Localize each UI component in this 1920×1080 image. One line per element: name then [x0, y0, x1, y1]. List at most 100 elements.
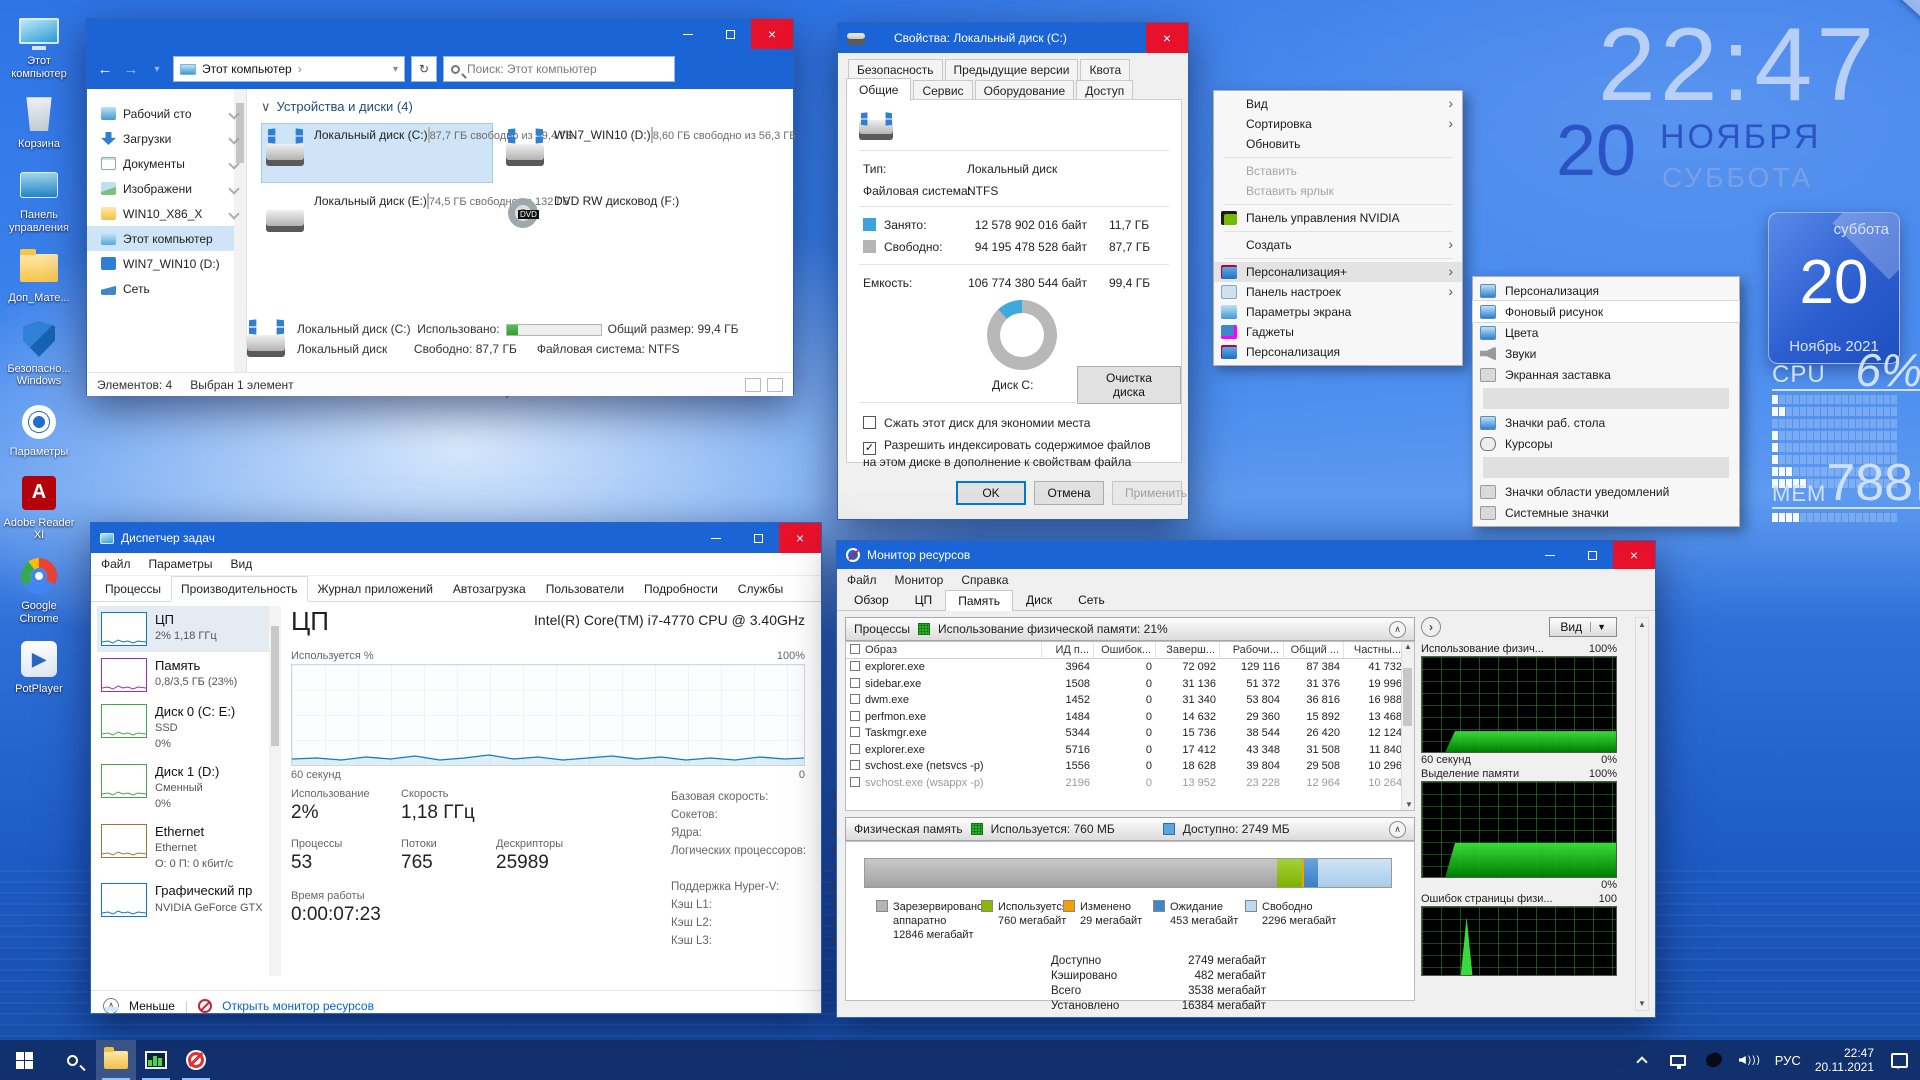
close-button[interactable]: ×	[1613, 541, 1655, 569]
physical-memory-section-header[interactable]: Физическая память Используется: 760 МБ Д…	[845, 817, 1415, 841]
tab-processes[interactable]: Процессы	[95, 576, 171, 601]
submenu-item[interactable]: Системные значки	[1473, 502, 1739, 523]
context-menu-item[interactable]: Создать	[1214, 235, 1462, 255]
tray-chevron-icon[interactable]	[1631, 1047, 1653, 1073]
context-menu-item[interactable]: Вид	[1214, 94, 1462, 114]
context-menu-item[interactable]: Вставить ярлык	[1214, 181, 1462, 201]
context-menu-item[interactable]: Панель настроек	[1214, 282, 1462, 302]
sidebar-item[interactable]: Рабочий сто	[87, 101, 246, 126]
compress-checkbox[interactable]	[863, 416, 876, 429]
performance-sidebar-item[interactable]: Память0,8/3,5 ГБ (23%)	[97, 652, 281, 698]
submenu-item[interactable]	[1483, 457, 1729, 478]
process-row[interactable]: explorer.exe 5716 0 17 412 43 348 31 508…	[846, 742, 1414, 759]
performance-sidebar-item[interactable]: ЦП2% 1,18 ГГц	[97, 606, 281, 652]
drive-d[interactable]: WIN7_WIN10 (D:)8,60 ГБ свободно из 56,3 …	[501, 123, 733, 183]
sidebar-item[interactable]: Этот компьютер	[87, 226, 246, 251]
desktop-icon-recycle-bin[interactable]: Корзина	[2, 91, 76, 153]
performance-sidebar-item[interactable]: EthernetEthernetО: 0 П: 0 кбит/с	[97, 818, 281, 878]
dialog-title-bar[interactable]: Свойства: Локальный диск (C:) ×	[838, 23, 1188, 53]
theme-icon[interactable]	[1703, 1047, 1725, 1073]
performance-sidebar-item[interactable]: Диск 0 (C: E:)SSD0%	[97, 698, 281, 758]
context-menu-item[interactable]: Персонализация+	[1214, 262, 1462, 282]
collapse-chevron-icon[interactable]: ∧	[1389, 821, 1406, 838]
tab-startup[interactable]: Автозагрузка	[443, 576, 536, 601]
minimize-button[interactable]	[667, 19, 709, 49]
expand-panel-button[interactable]: ›	[1421, 617, 1441, 637]
resmon-scrollbar[interactable]: ▲▼	[1635, 617, 1649, 1011]
desktop-icon-settings[interactable]: Параметры	[2, 399, 76, 461]
table-header-row[interactable]: Образ ИД п... Ошибок... Заверш... Рабочи…	[846, 642, 1414, 659]
process-row[interactable]: explorer.exe 3964 0 72 092 129 116 87 38…	[846, 659, 1414, 676]
cancel-button[interactable]: Отмена	[1034, 481, 1104, 505]
process-row[interactable]: svchost.exe (wsappx -p) 2196 0 13 952 23…	[846, 775, 1414, 792]
close-button[interactable]: ×	[751, 19, 793, 49]
process-row[interactable]: sidebar.exe 1508 0 31 136 51 372 31 376 …	[846, 676, 1414, 693]
process-row[interactable]: dwm.exe 1452 0 31 340 53 804 36 816 16 9…	[846, 692, 1414, 709]
tab-network[interactable]: Сеть	[1065, 589, 1118, 610]
language-indicator[interactable]: РУС	[1775, 1053, 1801, 1068]
menu-file[interactable]: Файл	[101, 557, 131, 571]
minimize-button[interactable]	[695, 523, 737, 553]
performance-sidebar-item[interactable]: Диск 1 (D:)Сменный0%	[97, 758, 281, 818]
volume-icon[interactable]: )))	[1739, 1047, 1761, 1073]
address-dropdown-icon[interactable]: ▾	[393, 64, 398, 75]
ok-button[interactable]: OK	[956, 481, 1026, 505]
process-checkbox[interactable]	[850, 777, 860, 787]
details-view-button[interactable]	[745, 378, 761, 392]
tab-cpu[interactable]: ЦП	[902, 589, 946, 610]
drive-c[interactable]: Локальный диск (C:)87,7 ГБ свободно из 9…	[261, 123, 493, 183]
taskbar-explorer-button[interactable]	[96, 1040, 136, 1080]
resmon-title-bar[interactable]: Монитор ресурсов ×	[837, 541, 1655, 569]
process-checkbox[interactable]	[850, 711, 860, 721]
desktop-icon-control-panel[interactable]: Панель управления	[2, 162, 76, 236]
refresh-button[interactable]: ↻	[411, 56, 437, 82]
collapse-chevron-icon[interactable]: ∧	[1389, 621, 1406, 638]
search-box[interactable]: Поиск: Этот компьютер	[443, 56, 675, 82]
tab-disk[interactable]: Диск	[1013, 589, 1065, 610]
submenu-item[interactable]: Цвета	[1473, 322, 1739, 343]
process-checkbox[interactable]	[850, 744, 860, 754]
select-all-checkbox[interactable]	[850, 644, 860, 654]
process-checkbox[interactable]	[850, 760, 860, 770]
tab-users[interactable]: Пользователи	[536, 576, 634, 601]
desktop-icon-potplayer[interactable]: ▶PotPlayer	[2, 636, 76, 698]
recent-locations-button[interactable]: ▾	[147, 64, 167, 75]
forward-button[interactable]: →	[121, 61, 141, 78]
tab-memory[interactable]: Память	[945, 590, 1013, 611]
taskmgr-title-bar[interactable]: Диспетчер задач ×	[91, 523, 821, 553]
taskbar-clock[interactable]: 22:47 20.11.2021	[1815, 1046, 1874, 1074]
action-center-icon[interactable]	[1888, 1047, 1910, 1073]
drive-e[interactable]: Локальный диск (E:)74,5 ГБ свободно из 1…	[261, 189, 493, 249]
taskbar-search-button[interactable]	[48, 1040, 96, 1080]
sidebar-scrollbar[interactable]	[234, 89, 246, 372]
submenu-item[interactable]: Экранная заставка	[1473, 364, 1739, 385]
context-menu-item[interactable]: Обновить	[1214, 134, 1462, 154]
context-menu-item[interactable]: Панель управления NVIDIA	[1214, 208, 1462, 228]
context-menu-item[interactable]: Сортировка	[1214, 114, 1462, 134]
context-menu-item[interactable]: Гаджеты	[1214, 322, 1462, 342]
sidebar-item[interactable]: Сеть	[87, 276, 246, 301]
submenu-item[interactable]	[1483, 388, 1729, 409]
performance-sidebar-item[interactable]: Графический прNVIDIA GeForce GTX	[97, 877, 281, 923]
process-checkbox[interactable]	[850, 727, 860, 737]
apply-button[interactable]: Применить	[1112, 481, 1182, 505]
sidebar-item[interactable]: Загрузки	[87, 126, 246, 151]
submenu-item[interactable]: Значки области уведомлений	[1473, 481, 1739, 502]
context-menu-item[interactable]: Параметры экрана	[1214, 302, 1462, 322]
process-row[interactable]: perfmon.exe 1484 0 14 632 29 360 15 892 …	[846, 709, 1414, 726]
group-header[interactable]: ∨Устройства и диски (4)	[261, 99, 785, 115]
context-menu-item[interactable]	[1224, 258, 1452, 259]
back-button[interactable]: ←	[95, 61, 115, 78]
taskbar-resmon-button[interactable]	[176, 1040, 216, 1080]
taskbar-taskmgr-button[interactable]	[136, 1040, 176, 1080]
menu-view[interactable]: Вид	[230, 557, 252, 571]
menu-help[interactable]: Справка	[961, 573, 1008, 587]
desktop-icon-folder[interactable]: Доп_Мате...	[2, 245, 76, 307]
process-checkbox[interactable]	[850, 678, 860, 688]
sidebar-item[interactable]: WIN10_X86_X	[87, 201, 246, 226]
menu-options[interactable]: Параметры	[149, 557, 213, 571]
context-menu-item[interactable]	[1224, 204, 1452, 205]
sidebar-item[interactable]: Документы	[87, 151, 246, 176]
explorer-title-bar[interactable]: ×	[87, 19, 793, 49]
process-checkbox[interactable]	[850, 694, 860, 704]
